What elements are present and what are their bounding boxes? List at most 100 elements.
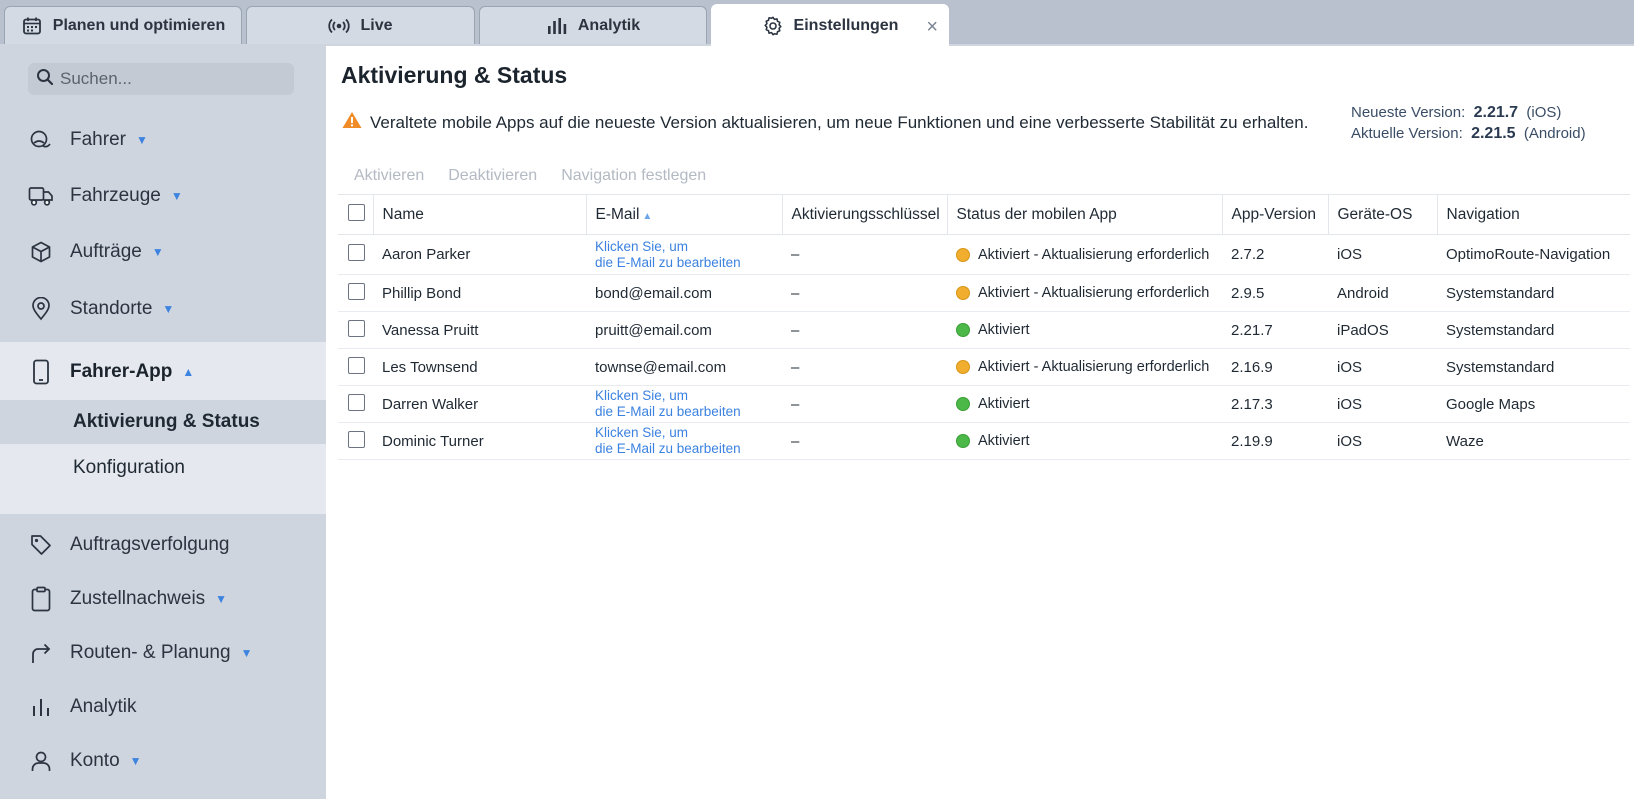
column-header-navigation[interactable]: Navigation (1437, 194, 1630, 235)
chevron-down-icon: ▼ (151, 245, 164, 259)
deactivate-button[interactable]: Deaktivieren (448, 167, 537, 185)
close-icon[interactable]: × (926, 16, 938, 39)
name-cell: Vanessa Pruitt (373, 311, 586, 349)
tab-analytik[interactable]: Analytik (479, 6, 707, 44)
update-warning: Veraltete mobile Apps auf die neueste Ve… (342, 111, 1308, 134)
sidebar-subitem-aktivierung[interactable]: Aktivierung & Status (0, 400, 326, 444)
chevron-down-icon: ▼ (129, 754, 142, 768)
sidebar-item-auftragsverfolgung[interactable]: Auftragsverfolgung (0, 525, 326, 565)
sidebar-item-analytik[interactable]: Analytik (0, 687, 326, 727)
edit-email-link[interactable]: Klicken Sie, um die E-Mail zu bearbeiten (595, 239, 782, 271)
column-header-os[interactable]: Geräte-OS (1328, 194, 1438, 235)
activation-key-cell: – (782, 385, 947, 423)
status-dot-icon (956, 323, 970, 337)
sidebar-item-fahrer-app[interactable]: Fahrer-App ▲ (0, 352, 326, 392)
drivers-table: Name E-Mail ▲ Aktivierungsschlüssel Statu… (338, 194, 1630, 460)
tab-label: Analytik (577, 16, 641, 34)
edit-email-link[interactable]: Klicken Sie, um die E-Mail zu bearbeiten (595, 425, 782, 457)
gear-icon (762, 15, 784, 37)
main-content: Aktivierung & Status Veraltete mobile Ap… (326, 46, 1634, 799)
sidebar-item-label: Fahrer-App (70, 361, 173, 382)
select-all-checkbox[interactable] (348, 203, 365, 221)
sidebar-item-routen[interactable]: Routen- & Planung ▼ (0, 633, 326, 673)
row-checkbox-cell (338, 234, 373, 275)
status-cell: Aktiviert - Aktualisierung erforderlich (947, 274, 1222, 312)
search-input[interactable] (60, 69, 280, 89)
clipboard-icon (28, 586, 54, 612)
sidebar-item-fahrer[interactable]: Fahrer ▼ (0, 120, 326, 160)
device-os-cell: iOS (1328, 422, 1437, 460)
app-version-cell: 2.9.5 (1222, 274, 1328, 312)
device-os-cell: iOS (1328, 234, 1437, 275)
edit-email-link-line: die E-Mail zu bearbeiten (595, 441, 741, 456)
device-os-cell: Android (1328, 274, 1437, 312)
navigation-cell: OptimoRoute-Navigation (1437, 234, 1630, 275)
table-row[interactable]: Phillip Bond bond@email.com – Aktiviert … (338, 274, 1630, 312)
edit-email-link-line: die E-Mail zu bearbeiten (595, 404, 741, 419)
box-icon (28, 239, 54, 265)
status-dot-icon (956, 247, 970, 262)
table-row[interactable]: Aaron Parker Klicken Sie, um die E-Mail z… (338, 234, 1630, 275)
edit-email-link-line: Klicken Sie, um (595, 388, 689, 403)
status-text: Aktiviert - Aktualisierung erforderlich (978, 285, 1210, 301)
table-row[interactable]: Darren Walker Klicken Sie, um die E-Mail … (338, 385, 1630, 423)
navigation-cell: Systemstandard (1437, 274, 1630, 312)
sidebar-item-label: Konto (70, 750, 120, 771)
edit-email-link[interactable]: Klicken Sie, um die E-Mail zu bearbeiten (595, 388, 782, 420)
app-version-cell: 2.19.9 (1222, 422, 1328, 460)
sidebar-item-konto[interactable]: Konto ▼ (0, 741, 326, 781)
navigation-cell: Systemstandard (1437, 348, 1630, 386)
column-header-name[interactable]: Name (373, 194, 587, 235)
table-row[interactable]: Dominic Turner Klicken Sie, um die E-Mail… (338, 422, 1630, 460)
sidebar-subitem-konfiguration[interactable]: Konfiguration (0, 446, 326, 490)
sidebar-item-fahrzeuge[interactable]: Fahrzeuge ▼ (0, 176, 326, 216)
search-icon (36, 68, 54, 91)
activation-key-cell: – (782, 274, 947, 312)
set-navigation-button[interactable]: Navigation festlegen (561, 167, 706, 185)
row-checkbox[interactable] (348, 282, 365, 300)
sidebar-item-zustellnachweis[interactable]: Zustellnachweis ▼ (0, 579, 326, 619)
sidebar-item-auftraege[interactable]: Aufträge ▼ (0, 232, 326, 272)
column-header-version[interactable]: App-Version (1222, 194, 1329, 235)
tab-einstellungen[interactable]: Einstellungen × (711, 4, 949, 46)
smartphone-icon (28, 359, 54, 385)
name-cell: Phillip Bond (373, 274, 586, 312)
sidebar-item-standorte[interactable]: Standorte ▼ (0, 289, 326, 329)
edit-email-link-line: Klicken Sie, um (595, 425, 689, 440)
row-checkbox[interactable] (348, 319, 365, 337)
column-header-key[interactable]: Aktivierungsschlüssel (782, 194, 948, 235)
tab-bar: Planen und optimieren Live Analytik Eins… (0, 0, 1634, 46)
user-icon (28, 748, 54, 774)
sidebar-item-label: Analytik (70, 696, 137, 717)
navigation-cell: Google Maps (1437, 385, 1630, 423)
sidebar-item-label: Fahrzeuge (70, 185, 161, 206)
column-header-label: E-Mail (595, 205, 640, 223)
sidebar-item-label: Routen- & Planung (70, 642, 231, 663)
row-checkbox[interactable] (348, 244, 365, 261)
table-row[interactable]: Les Townsend townse@email.com – Aktivier… (338, 348, 1630, 386)
row-checkbox[interactable] (348, 430, 365, 448)
status-dot-icon (956, 434, 970, 448)
email-cell: Klicken Sie, um die E-Mail zu bearbeiten (586, 234, 782, 275)
column-header-email[interactable]: E-Mail ▲ (586, 194, 783, 235)
status-text: Aktiviert - Aktualisierung erforderlich (978, 359, 1210, 375)
row-checkbox[interactable] (348, 393, 365, 411)
device-os-cell: iPadOS (1328, 311, 1437, 349)
row-checkbox-cell (338, 274, 373, 312)
sidebar-item-label: Auftragsverfolgung (70, 534, 230, 555)
sidebar-item-label: Zustellnachweis (70, 588, 206, 609)
tab-label: Einstellungen (793, 16, 899, 34)
name-cell: Aaron Parker (373, 234, 586, 275)
activation-key-cell: – (782, 311, 947, 349)
device-os-cell: iOS (1328, 348, 1437, 386)
tab-label: Live (360, 16, 393, 34)
table-row[interactable]: Vanessa Pruitt pruitt@email.com – Aktivi… (338, 311, 1630, 349)
activate-button[interactable]: Aktivieren (354, 167, 424, 185)
search-box[interactable] (28, 63, 294, 95)
tab-live[interactable]: Live (246, 6, 475, 44)
row-checkbox[interactable] (348, 356, 365, 374)
tab-planen[interactable]: Planen und optimieren (4, 6, 242, 44)
current-version-value: 2.21.5 (1471, 125, 1516, 142)
name-cell: Les Townsend (373, 348, 586, 386)
column-header-status[interactable]: Status der mobilen App (947, 194, 1223, 235)
